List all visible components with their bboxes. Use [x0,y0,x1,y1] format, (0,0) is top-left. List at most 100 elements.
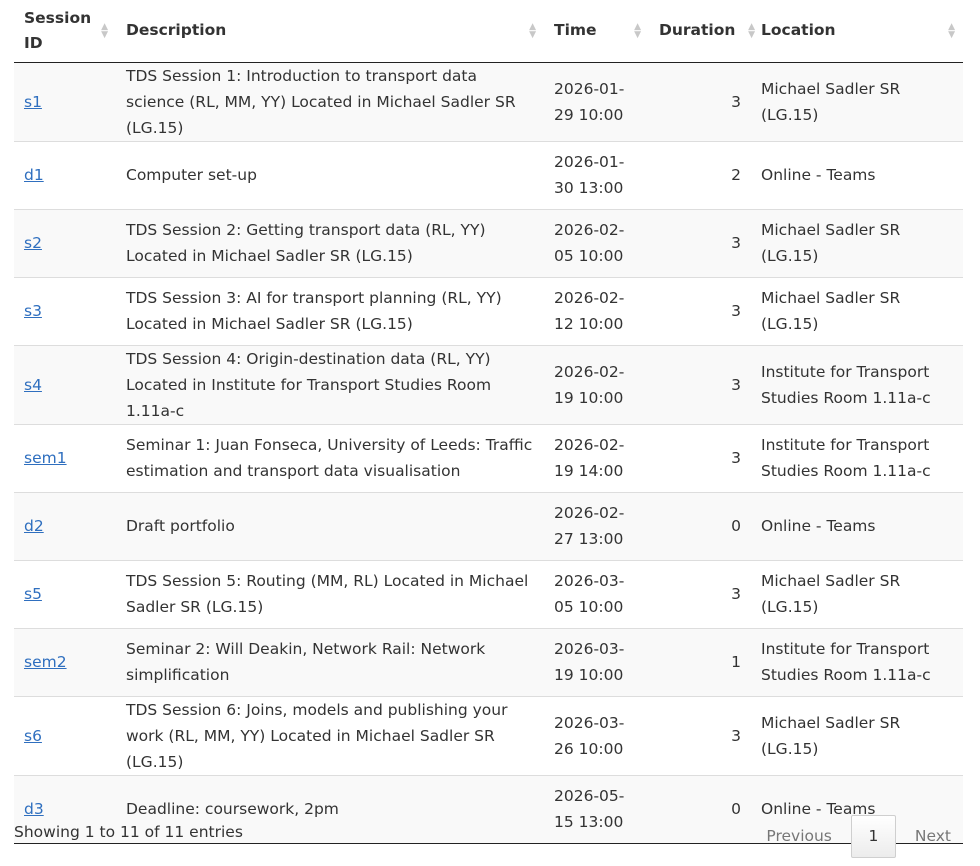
cell-time: 2026-03-05 10:00 [544,559,649,628]
table-info: Showing 1 to 11 of 11 entries [14,823,243,841]
session-link[interactable]: s4 [24,376,42,394]
cell-description: Seminar 1: Juan Fonseca, University of L… [116,423,544,492]
cell-session-id: sem1 [14,423,116,492]
cell-duration-text: 3 [731,234,741,252]
pagination: Previous 1 Next [754,815,963,858]
column-label: Session ID [24,8,92,52]
column-header-time[interactable]: Time ▲ ▼ [544,0,649,63]
cell-location: Institute for Transport Studies Room 1.1… [751,344,963,424]
cell-duration-text: 2 [731,166,741,184]
column-header-session-id[interactable]: Session ID ▲ ▼ [14,0,116,63]
sort-icon: ▲ ▼ [634,21,641,40]
cell-time-text: 2026-03-26 10:00 [554,713,625,758]
session-link[interactable]: s3 [24,302,42,320]
table-row: d2 Draft portfolio 2026-02-27 13:00 0 Online… [14,491,963,560]
cell-location: Online - Teams [751,491,963,560]
cell-location-text: Michael Sadler SR (LG.15) [761,221,901,265]
cell-time-text: 2026-01-30 13:00 [554,153,625,197]
cell-time-text: 2026-03-05 10:00 [554,572,625,616]
column-header-description[interactable]: Description ▲ ▼ [116,0,544,63]
cell-description-text: Deadline: coursework, 2pm [126,800,339,818]
cell-location-text: Michael Sadler SR (LG.15) [761,79,901,124]
cell-description: TDS Session 5: Routing (MM, RL) Located … [116,559,544,628]
previous-button[interactable]: Previous [754,815,844,858]
sessions-table-wrapper: Session ID ▲ ▼ Description ▲ ▼ Time ▲ ▼ Dur… [14,0,963,844]
sessions-table: Session ID ▲ ▼ Description ▲ ▼ Time ▲ ▼ Dur… [14,0,963,844]
cell-time-text: 2026-05-15 13:00 [554,787,625,831]
cell-location-text: Institute for Transport Studies Room 1.1… [761,362,931,407]
session-link[interactable]: d1 [24,166,44,184]
session-link[interactable]: sem2 [24,653,67,671]
cell-time-text: 2026-01-29 10:00 [554,79,625,124]
cell-description-text: TDS Session 5: Routing (MM, RL) Located … [126,572,529,616]
column-label: Duration [659,21,736,40]
cell-description: TDS Session 4: Origin-destination data (… [116,344,544,424]
cell-description-text: Seminar 1: Juan Fonseca, University of L… [126,436,533,480]
session-link[interactable]: sem1 [24,449,67,467]
cell-time-text: 2026-02-05 10:00 [554,221,625,265]
session-link[interactable]: d3 [24,800,44,818]
cell-description-text: TDS Session 3: AI for transport planning… [126,289,502,333]
cell-duration: 3 [649,276,751,345]
cell-time-text: 2026-02-19 14:00 [554,436,625,480]
next-button[interactable]: Next [903,815,963,858]
cell-time-text: 2026-02-12 10:00 [554,289,625,333]
cell-duration: 3 [649,559,751,628]
cell-time: 2026-03-26 10:00 [544,695,649,775]
session-link[interactable]: s1 [24,93,42,111]
cell-location-text: Institute for Transport Studies Room 1.1… [761,640,931,684]
table-row: s5 TDS Session 5: Routing (MM, RL) Locate… [14,559,963,628]
session-link[interactable]: s2 [24,234,42,252]
sort-icon: ▲ ▼ [529,21,536,40]
cell-time-text: 2026-03-19 10:00 [554,640,625,684]
session-link[interactable]: s6 [24,727,42,745]
cell-duration: 3 [649,423,751,492]
cell-session-id: s6 [14,695,116,775]
cell-description: Seminar 2: Will Deakin, Network Rail: Ne… [116,627,544,696]
cell-session-id: s3 [14,276,116,345]
table-row: s1 TDS Session 1: Introduction to transpo… [14,61,963,141]
sort-icon: ▲ ▼ [948,21,955,40]
cell-duration-text: 3 [731,302,741,320]
cell-location: Institute for Transport Studies Room 1.1… [751,423,963,492]
session-link[interactable]: s5 [24,585,42,603]
cell-session-id: d1 [14,140,116,209]
cell-location-text: Michael Sadler SR (LG.15) [761,289,901,333]
column-label: Description [126,21,227,40]
cell-session-id: s2 [14,208,116,277]
cell-description: TDS Session 6: Joins, models and publish… [116,695,544,775]
cell-location: Michael Sadler SR (LG.15) [751,61,963,141]
sort-icon: ▲ ▼ [101,21,108,40]
cell-description-text: TDS Session 1: Introduction to transport… [126,66,516,137]
cell-duration-text: 1 [731,653,741,671]
cell-location: Michael Sadler SR (LG.15) [751,695,963,775]
cell-description-text: Computer set-up [126,166,257,184]
cell-time: 2026-02-05 10:00 [544,208,649,277]
cell-description-text: TDS Session 6: Joins, models and publish… [126,700,508,771]
cell-description: TDS Session 2: Getting transport data (R… [116,208,544,277]
cell-description-text: TDS Session 2: Getting transport data (R… [126,221,486,265]
session-link[interactable]: d2 [24,517,44,535]
cell-time: 2026-02-19 10:00 [544,344,649,424]
cell-duration-text: 3 [731,585,741,603]
cell-duration: 1 [649,627,751,696]
page-button-1[interactable]: 1 [850,815,896,858]
cell-description: TDS Session 3: AI for transport planning… [116,276,544,345]
cell-location: Institute for Transport Studies Room 1.1… [751,627,963,696]
cell-description: Computer set-up [116,140,544,209]
cell-duration-text: 3 [731,726,741,745]
table-row: s4 TDS Session 4: Origin-destination data… [14,344,963,424]
cell-location-text: Michael Sadler SR (LG.15) [761,572,901,616]
cell-duration: 0 [649,491,751,560]
table-row: s6 TDS Session 6: Joins, models and publi… [14,695,963,775]
cell-duration: 3 [649,344,751,424]
cell-session-id: d2 [14,491,116,560]
table-row: d1 Computer set-up 2026-01-30 13:00 2 Online… [14,140,963,209]
column-header-location[interactable]: Location ▲ ▼ [751,0,963,63]
column-header-duration[interactable]: Duration ▲ ▼ [649,0,755,63]
cell-duration: 3 [649,695,751,775]
cell-time: 2026-02-12 10:00 [544,276,649,345]
table-row: s3 TDS Session 3: AI for transport planni… [14,276,963,345]
cell-description-text: TDS Session 4: Origin-destination data (… [126,349,492,420]
cell-location-text: Michael Sadler SR (LG.15) [761,713,901,758]
